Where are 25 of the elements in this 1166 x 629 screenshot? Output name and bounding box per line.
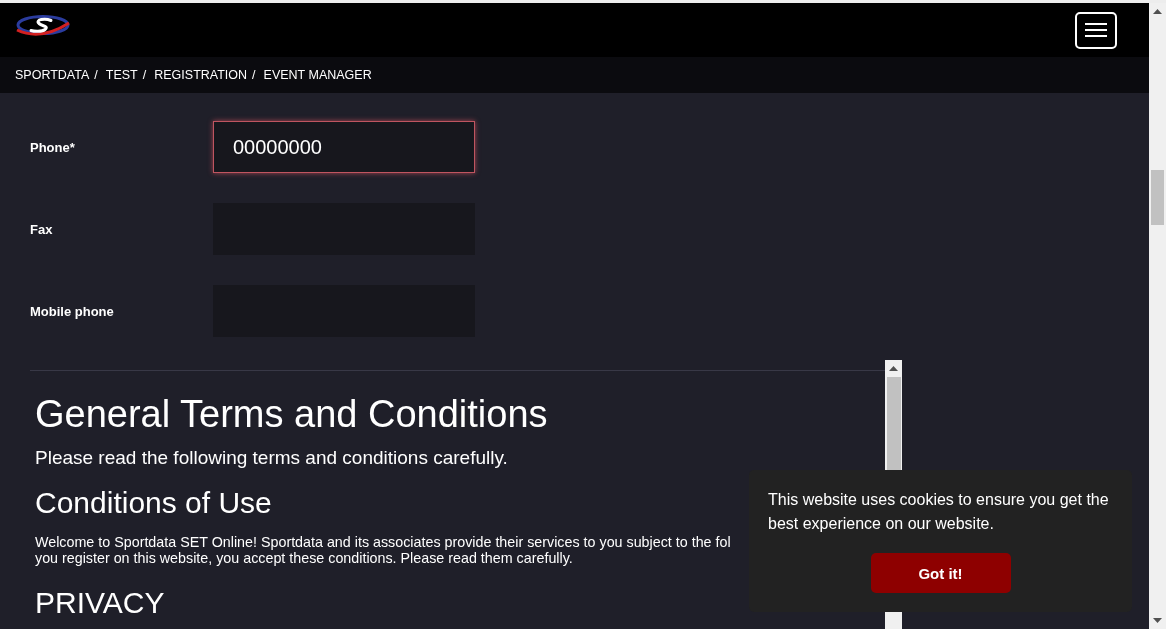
breadcrumb-separator: / <box>252 68 256 82</box>
breadcrumb-link[interactable]: TEST <box>105 68 138 82</box>
terms-title: General Terms and Conditions <box>35 392 548 436</box>
scroll-down-arrow-icon[interactable] <box>1153 618 1162 623</box>
field-label: Mobile phone <box>30 303 115 319</box>
field-label: Phone* <box>30 139 76 155</box>
breadcrumb-link[interactable]: SPORTDATA <box>15 68 90 82</box>
terms-intro: Please read the following terms and conditions carefully. <box>35 446 508 470</box>
breadcrumb-link[interactable]: EVENT MANAGER <box>263 68 372 82</box>
breadcrumb-separator: / <box>94 68 98 82</box>
menu-button[interactable] <box>1075 11 1117 49</box>
menu-icon <box>1085 23 1107 37</box>
breadcrumb-link[interactable]: REGISTRATION <box>154 68 248 82</box>
section-heading: Conditions of Use <box>35 485 272 521</box>
cookie-message: This website uses cookies to ensure you get the best experience on our website. <box>768 490 1110 534</box>
scroll-up-arrow-icon[interactable] <box>1153 9 1162 14</box>
scroll-up-arrow-icon[interactable] <box>889 366 898 371</box>
logo-icon[interactable] <box>15 13 71 38</box>
breadcrumb-separator: / <box>142 68 147 82</box>
field-label: Fax <box>30 221 54 237</box>
terms-paragraph: Welcome to Sportdata SET Online! Sportdata and its associates provide their services to you subject to the fol you register on this website, you accept these conditions. Please read them carefully. <box>35 534 731 566</box>
input-field[interactable]: 00000000 <box>213 121 475 173</box>
got-it-button[interactable]: Got it! <box>870 553 1011 593</box>
scrollbar-thumb[interactable] <box>1151 170 1164 225</box>
section-heading: PRIVACY <box>35 585 165 621</box>
